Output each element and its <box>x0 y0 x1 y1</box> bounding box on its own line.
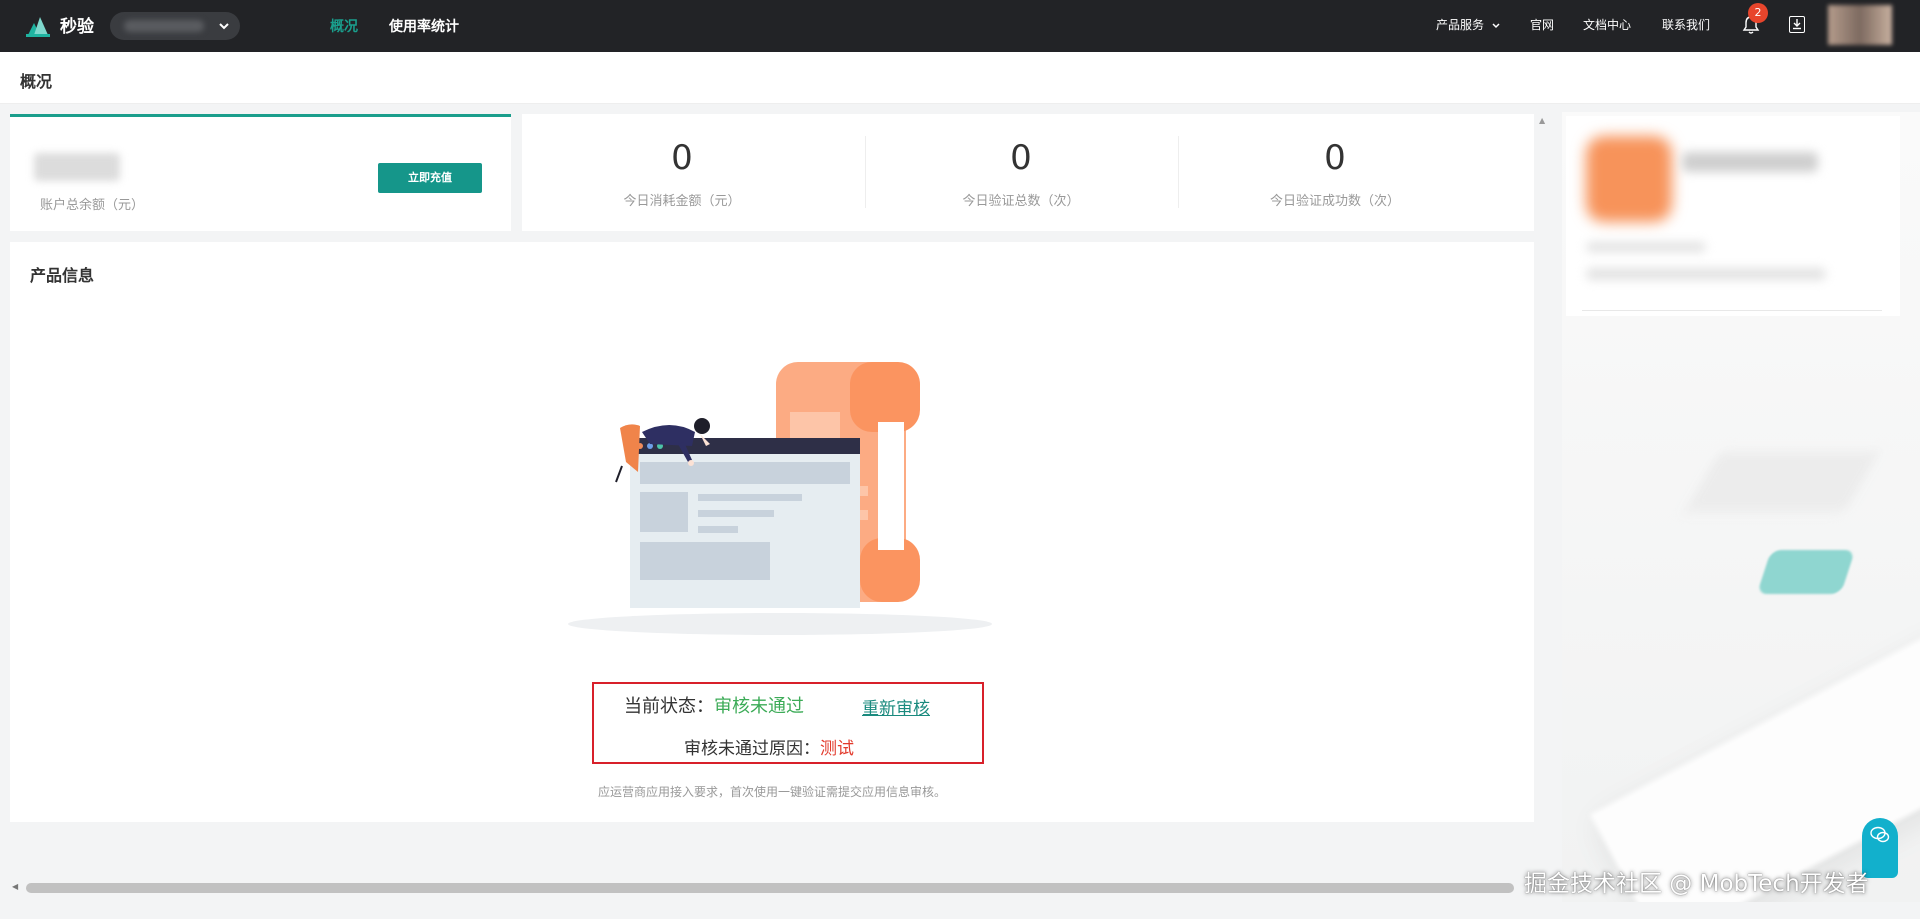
promo-text-blurred <box>1682 152 1818 172</box>
promo-text-blurred <box>1586 242 1706 252</box>
stat-label: 今日验证成功数（次） <box>1269 194 1400 209</box>
stat-today-cost: 0 今日消耗金额（元） <box>522 114 842 231</box>
review-status-box: 当前状态：审核未通过 重新审核 审核未通过原因：测试 <box>592 682 984 764</box>
stat-label: 今日验证总数（次） <box>962 194 1080 209</box>
chevron-down-icon <box>218 16 230 40</box>
balance-label: 账户总余额（元） <box>40 198 145 213</box>
tab-overview[interactable]: 概况 <box>330 16 358 36</box>
app-name: 秒验 <box>60 17 94 37</box>
download-icon[interactable] <box>1789 16 1805 33</box>
stat-today-verify-success: 0 今日验证成功数（次） <box>1175 114 1495 231</box>
official-site-link[interactable]: 官网 <box>1530 16 1554 33</box>
current-status-label: 当前状态： <box>624 696 714 717</box>
current-status-value: 审核未通过 <box>714 696 804 717</box>
docs-center-link[interactable]: 文档中心 <box>1583 16 1631 33</box>
watermark: 掘金技术社区 @ MobTech开发者 <box>1524 871 1869 897</box>
review-illustration <box>568 362 992 635</box>
product-service-menu[interactable]: 产品服务 <box>1436 16 1501 33</box>
app-logo[interactable]: 秒验 <box>26 12 94 37</box>
balance-amount-blurred <box>34 153 120 181</box>
scrollbar-thumb[interactable] <box>26 883 1514 893</box>
promo-side-panel <box>1562 112 1920 902</box>
decorative-shape <box>1684 452 1880 512</box>
app-selector-value-blurred <box>124 20 204 32</box>
horizontal-scrollbar[interactable]: ◀ <box>12 880 1514 894</box>
divider <box>1582 310 1882 311</box>
balance-card: 账户总余额（元） 立即充值 <box>10 114 511 231</box>
page-header: 概况 <box>0 52 1920 104</box>
stat-today-verify-total: 0 今日验证总数（次） <box>861 114 1181 231</box>
notification-badge: 2 <box>1748 3 1768 23</box>
decorative-shape <box>1756 550 1856 594</box>
chevron-down-icon <box>1492 22 1500 28</box>
product-service-label: 产品服务 <box>1436 18 1485 32</box>
stat-value: 0 <box>1010 138 1032 178</box>
chat-icon <box>1870 826 1890 843</box>
app-selector-dropdown[interactable] <box>110 12 240 40</box>
product-info-card: 产品信息 当前状态：审核未通过 重新审核 审核未通过原因：测试 应运营商应用接入… <box>10 242 1534 822</box>
promo-card-blurred[interactable] <box>1566 116 1900 316</box>
scroll-left-arrow-icon[interactable]: ◀ <box>12 880 18 894</box>
recharge-button[interactable]: 立即充值 <box>378 163 482 193</box>
review-requirement-hint: 应运营商应用接入要求，首次使用一键验证需提交应用信息审核。 <box>597 785 946 799</box>
stat-label: 今日消耗金额（元） <box>623 194 741 209</box>
logo-icon <box>26 16 50 37</box>
rejection-reason-value: 测试 <box>820 739 854 759</box>
top-navbar: 秒验 概况 使用率统计 产品服务 官网 文档中心 联系我们 2 <box>0 0 1920 52</box>
resubmit-review-link[interactable]: 重新审核 <box>862 694 930 719</box>
promo-image-blurred <box>1586 136 1672 222</box>
tab-usage-stats[interactable]: 使用率统计 <box>389 16 459 36</box>
product-info-title: 产品信息 <box>30 266 95 285</box>
scroll-up-arrow-icon[interactable]: ▲ <box>1539 116 1545 125</box>
stat-value: 0 <box>671 138 693 178</box>
rejection-reason-label: 审核未通过原因： <box>684 739 820 759</box>
current-status: 当前状态：审核未通过 <box>624 692 804 718</box>
today-stats-card: 0 今日消耗金额（元） 0 今日验证总数（次） 0 今日验证成功数（次） <box>522 114 1534 231</box>
page-title: 概况 <box>20 72 53 91</box>
stat-value: 0 <box>1324 138 1346 178</box>
contact-us-link[interactable]: 联系我们 <box>1662 16 1710 33</box>
user-avatar[interactable] <box>1828 5 1892 45</box>
promo-text-blurred <box>1586 268 1826 280</box>
rejection-reason: 审核未通过原因：测试 <box>684 734 854 759</box>
